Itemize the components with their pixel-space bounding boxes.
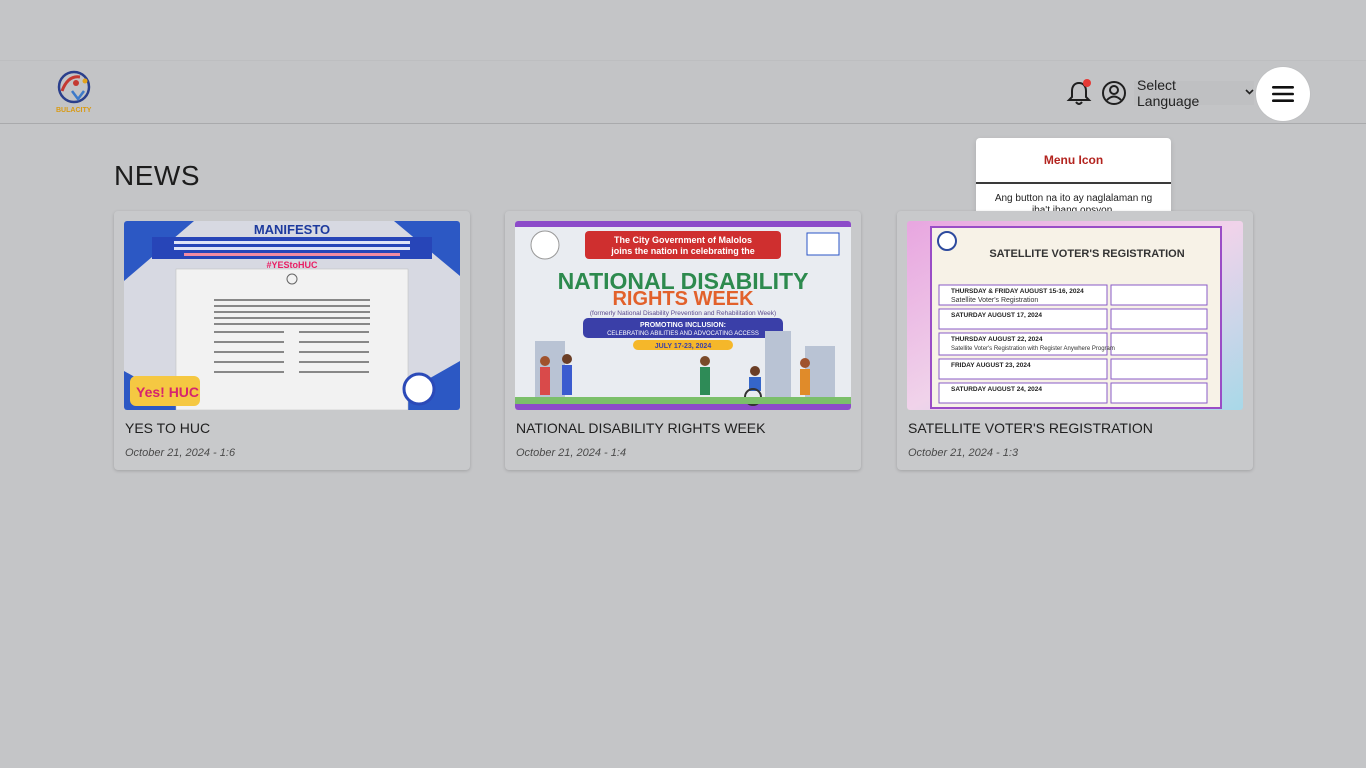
svg-text:THURSDAY AUGUST 22, 2024: THURSDAY AUGUST 22, 2024 <box>951 336 1043 343</box>
language-select-label: Select Language <box>1137 77 1200 109</box>
notification-bell-icon[interactable] <box>1066 79 1092 107</box>
svg-text:PROMOTING INCLUSION:: PROMOTING INCLUSION: <box>640 322 726 329</box>
chevron-down-icon <box>1245 87 1254 98</box>
city-logo[interactable]: BULACITY <box>54 69 96 115</box>
svg-text:SATELLITE VOTER'S REGISTRATION: SATELLITE VOTER'S REGISTRATION <box>989 248 1184 260</box>
news-card-disability-rights-week[interactable]: The City Government of Malolos joins the… <box>505 211 861 470</box>
news-card-title[interactable]: YES TO HUC <box>125 420 210 436</box>
news-heading: NEWS <box>114 160 200 191</box>
user-account-icon[interactable] <box>1101 80 1127 106</box>
notification-dot <box>1083 79 1091 87</box>
hamburger-menu-icon <box>1272 86 1294 102</box>
news-card-yes-to-huc[interactable]: MANIFESTO #YEStoHUC Yes! HUC YES TO HUC … <box>114 211 470 470</box>
svg-text:MANIFESTO: MANIFESTO <box>254 222 330 237</box>
menu-button[interactable] <box>1256 67 1310 121</box>
news-card-date: October 21, 2024 - 1:3 <box>908 447 1019 459</box>
news-thumbnail-disability-rights-week[interactable]: The City Government of Malolos joins the… <box>515 221 851 410</box>
svg-text:Satellite Voter's Registration: Satellite Voter's Registration <box>951 297 1038 304</box>
svg-text:BULACITY: BULACITY <box>56 107 92 114</box>
tooltip-title: Menu Icon <box>976 138 1171 184</box>
news-card-satellite-voters-registration[interactable]: SATELLITE VOTER'S REGISTRATION THURSDAY … <box>897 211 1253 470</box>
svg-text:CELEBRATING ABILITIES AND ADVO: CELEBRATING ABILITIES AND ADVOCATING ACC… <box>607 331 759 337</box>
news-card-date: October 21, 2024 - 1:6 <box>125 447 236 459</box>
svg-text:RIGHTS WEEK: RIGHTS WEEK <box>612 288 754 310</box>
svg-text:#YEStoHUC: #YEStoHUC <box>266 260 318 270</box>
news-thumbnail-yes-to-huc[interactable]: MANIFESTO #YEStoHUC Yes! HUC <box>124 221 460 410</box>
svg-text:joins the nation in celebratin: joins the nation in celebrating the <box>610 246 755 256</box>
news-card-title[interactable]: NATIONAL DISABILITY RIGHTS WEEK <box>516 420 765 436</box>
svg-text:JULY 17-23, 2024: JULY 17-23, 2024 <box>655 343 712 350</box>
svg-text:(formerly National Disability: (formerly National Disability Prevention… <box>590 310 776 317</box>
svg-text:Satellite Voter's Registration: Satellite Voter's Registration with Regi… <box>951 346 1115 352</box>
language-select[interactable]: Select Language <box>1134 77 1254 109</box>
svg-text:FRIDAY AUGUST 23, 2024: FRIDAY AUGUST 23, 2024 <box>951 362 1031 369</box>
svg-text:SATURDAY AUGUST 17, 2024: SATURDAY AUGUST 17, 2024 <box>951 312 1042 319</box>
svg-text:The City Government of Malolos: The City Government of Malolos <box>614 235 752 245</box>
news-card-date: October 21, 2024 - 1:4 <box>516 447 627 459</box>
svg-text:SATURDAY AUGUST 24, 2024: SATURDAY AUGUST 24, 2024 <box>951 386 1042 393</box>
news-card-title[interactable]: SATELLITE VOTER'S REGISTRATION <box>908 420 1153 436</box>
top-strip <box>0 0 1366 60</box>
svg-text:THURSDAY & FRIDAY AUGUST 15-16: THURSDAY & FRIDAY AUGUST 15-16, 2024 <box>951 288 1084 295</box>
site-header: BULACITY Select Language <box>0 60 1366 124</box>
svg-text:Yes! HUC: Yes! HUC <box>136 384 199 400</box>
news-thumbnail-satellite-voters-registration[interactable]: SATELLITE VOTER'S REGISTRATION THURSDAY … <box>907 221 1243 410</box>
